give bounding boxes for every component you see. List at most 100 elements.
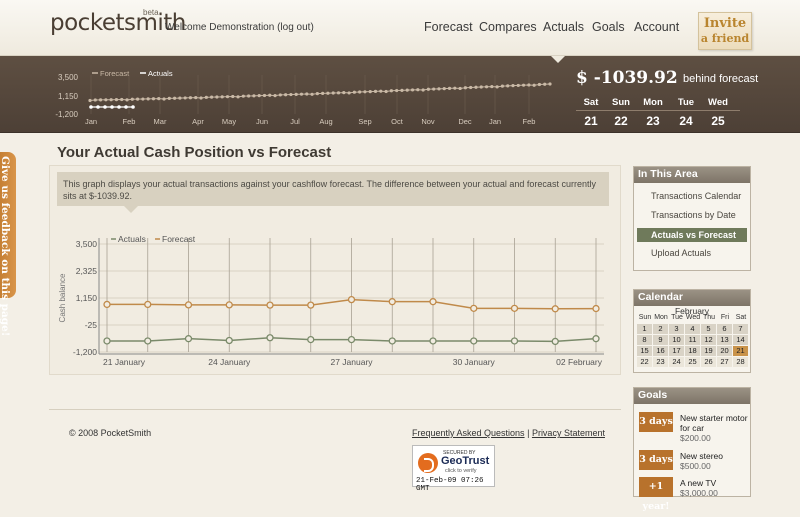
calendar-day[interactable]: 23 — [653, 357, 668, 367]
calendar-day[interactable]: 10 — [669, 335, 684, 345]
sidebar-item-actuals-vs-forecast[interactable]: Actuals vs Forecast — [637, 228, 747, 242]
goal-item[interactable]: New stereo $500.00 — [680, 451, 723, 471]
overview-month-label: Dec — [458, 117, 472, 126]
calendar-day[interactable]: 7 — [733, 324, 748, 334]
nav-forecast[interactable]: Forecast — [424, 20, 473, 34]
overview-forecast-point — [299, 92, 304, 96]
overview-forecast-point — [405, 88, 409, 92]
overview-forecast-point — [548, 82, 552, 86]
privacy-link[interactable]: Privacy Statement — [532, 428, 605, 438]
goal-item[interactable]: New starter motor for car $200.00 — [680, 413, 750, 443]
overview-forecast-point — [469, 85, 473, 90]
overview-forecast-point — [416, 88, 420, 92]
chart-x-tick: 24 January — [208, 357, 251, 367]
overview-forecast-point — [172, 96, 177, 100]
calendar-day[interactable]: 12 — [701, 335, 716, 345]
day-strip-tue[interactable]: Tue 24 — [671, 97, 701, 128]
chart-y-tick: -25 — [85, 320, 98, 330]
day-strip-sun[interactable]: Sun 22 — [606, 97, 636, 128]
calendar-day[interactable]: 18 — [685, 346, 700, 356]
day-strip-sat[interactable]: Sat 21 — [576, 97, 606, 128]
overview-forecast-point — [236, 95, 240, 99]
calendar-day[interactable]: 14 — [733, 335, 748, 345]
overview-mini-chart[interactable]: Forecast Actuals 3,500 1,150 -1,200 Jan Feb Mar… — [0, 56, 570, 133]
calendar-weekday: Thu — [702, 314, 716, 321]
overview-forecast-point — [278, 93, 282, 97]
calendar-day[interactable]: 24 — [669, 357, 684, 367]
calendar-day[interactable]: 13 — [717, 335, 732, 345]
nav-actuals[interactable]: Actuals — [543, 20, 584, 34]
logout-link[interactable]: (log out) — [277, 22, 314, 33]
sidebar-item-transactions-by-date[interactable]: Transactions by Date — [637, 206, 747, 225]
calendar-day[interactable]: 22 — [637, 357, 652, 367]
overview-forecast-point — [395, 88, 399, 93]
chart-x-tick: 02 February — [556, 357, 603, 367]
calendar-day[interactable]: 21 — [733, 346, 748, 356]
sidebar-item-transactions-calendar[interactable]: Transactions Calendar — [637, 187, 747, 206]
overview-forecast-point — [400, 88, 404, 92]
calendar-day[interactable]: 5 — [701, 324, 716, 334]
chart-point-forecast — [144, 300, 152, 309]
calendar-day[interactable]: 8 — [637, 335, 652, 345]
day-name: Tue — [677, 97, 695, 108]
overview-forecast-point — [379, 89, 383, 93]
day-strip-wed[interactable]: Wed 25 — [703, 97, 733, 128]
overview-forecast-point — [516, 83, 520, 88]
calendar-day[interactable]: 3 — [669, 324, 684, 334]
calendar-day[interactable]: 25 — [685, 357, 700, 367]
calendar-day[interactable]: 1 — [637, 324, 652, 334]
calendar-day[interactable]: 27 — [717, 357, 732, 367]
overview-forecast-point — [199, 96, 203, 100]
day-date: 23 — [646, 114, 660, 128]
chart-point-forecast — [388, 298, 396, 306]
overview-forecast-point — [162, 97, 166, 101]
goal-name: A new TV — [680, 478, 717, 488]
in-this-area-title: In This Area — [634, 167, 750, 183]
calendar-day[interactable]: 26 — [701, 357, 716, 367]
calendar-day[interactable]: 4 — [685, 324, 700, 334]
overview-y-tick: -1,200 — [55, 110, 78, 119]
calendar-weekday: Mon — [654, 314, 668, 321]
calendar-day[interactable]: 6 — [717, 324, 732, 334]
calendar-day[interactable]: 15 — [637, 346, 652, 356]
chart-point-actuals — [429, 337, 437, 345]
goal-item[interactable]: A new TV $3,000.00 — [680, 478, 718, 498]
overview-y-tick: 3,500 — [58, 73, 79, 82]
faq-link[interactable]: Frequently Asked Questions — [412, 428, 525, 438]
overview-forecast-point — [120, 97, 124, 102]
overview-forecast-point — [543, 82, 547, 86]
overview-forecast-point — [373, 89, 378, 93]
day-strip-mon[interactable]: Mon 23 — [638, 97, 668, 128]
calendar-day[interactable]: 17 — [669, 346, 684, 356]
overview-forecast-point — [247, 94, 251, 98]
chart-point-actuals — [144, 337, 152, 345]
actual-vs-forecast-chart[interactable]: 3,500 2,325 1,150 -25 -1,200 Cash balance 21 J… — [49, 228, 621, 373]
calendar-day[interactable]: 2 — [653, 324, 668, 334]
nav-account[interactable]: Account — [634, 20, 679, 34]
overview-forecast-point — [204, 95, 208, 99]
geotrust-seal[interactable]: SECURED BY GeoTrust click to verify 21-F… — [412, 445, 495, 493]
calendar-day[interactable]: 11 — [685, 335, 700, 345]
sidebar-item-upload-actuals[interactable]: Upload Actuals — [637, 244, 747, 263]
calendar-day[interactable]: 28 — [733, 357, 748, 367]
overview-forecast-point — [178, 96, 182, 100]
chart-point-forecast — [551, 305, 559, 313]
chart-point-forecast — [103, 300, 111, 309]
chart-point-actuals — [103, 337, 111, 345]
calendar-day[interactable]: 20 — [717, 346, 732, 356]
invite-friend-button[interactable]: Invite a friend — [698, 12, 752, 50]
nav-compares[interactable]: Compares — [479, 20, 537, 34]
feedback-tab[interactable]: Give us feedback on this page! — [0, 152, 16, 336]
chart-point-actuals — [510, 337, 519, 345]
chart-point-forecast — [347, 295, 356, 304]
overview-month-label: Aug — [319, 117, 332, 126]
calendar-day[interactable]: 16 — [653, 346, 668, 356]
copyright: © 2008 PocketSmith — [69, 428, 152, 438]
nav-goals[interactable]: Goals — [592, 20, 625, 34]
overview-legend-label: Forecast — [100, 69, 130, 78]
overview-forecast-point — [511, 84, 515, 88]
calendar-day[interactable]: 9 — [653, 335, 668, 345]
day-name: Sat — [583, 97, 599, 108]
calendar-day[interactable]: 19 — [701, 346, 716, 356]
overview-forecast-point — [109, 98, 113, 102]
